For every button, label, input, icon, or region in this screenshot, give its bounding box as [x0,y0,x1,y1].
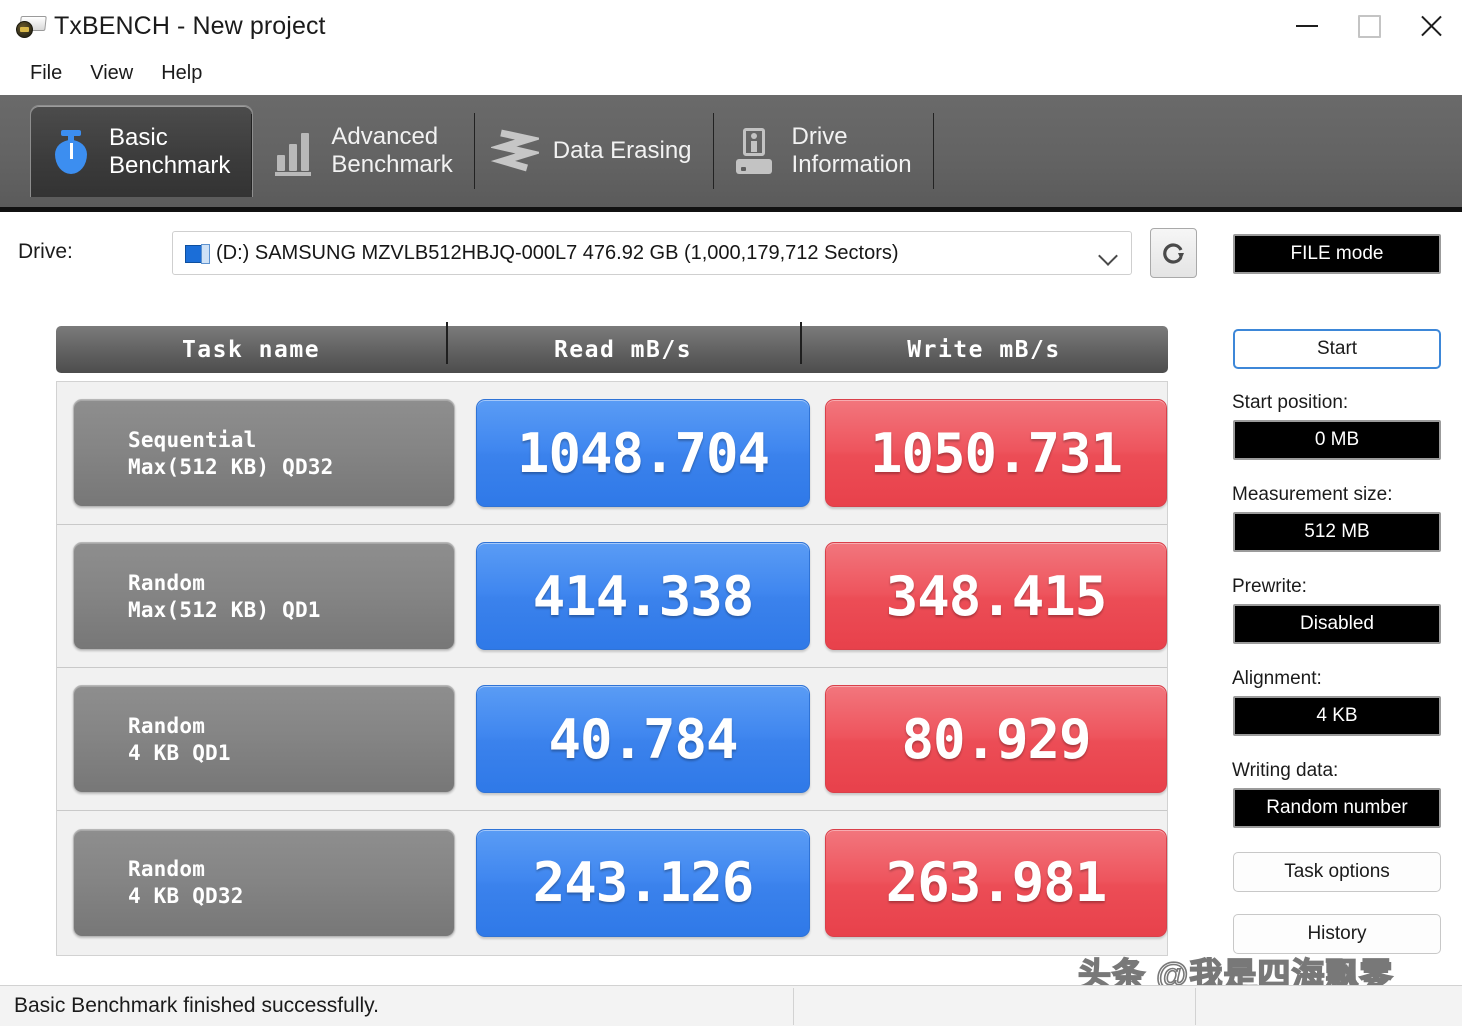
write-value: 1050.731 [825,399,1167,507]
menu-item-view[interactable]: View [76,60,147,87]
status-divider [1195,988,1196,1025]
stopwatch-icon [47,124,95,180]
task-title: Random [128,713,206,738]
shredder-icon [490,123,539,179]
chevron-down-icon [1098,246,1118,266]
task-detail: 4 KB QD1 [128,740,231,765]
writing-data-group: Writing data: Random number [1212,760,1462,828]
read-value: 40.784 [476,685,811,793]
task-options-group: Task options [1212,852,1462,892]
start-position-value[interactable]: 0 MB [1233,420,1441,460]
column-header-task-name: Task name [181,336,321,363]
table-row: Random Max(512 KB) QD1 414.338 348.415 [57,525,1167,668]
column-header-write: Write mB/s [800,321,1168,364]
start-position-group: Start position: 0 MB [1212,392,1462,460]
task-title: Random [128,570,206,595]
measurement-size-value[interactable]: 512 MB [1233,512,1441,552]
file-mode-indicator[interactable]: FILE mode [1233,234,1441,274]
results-table-body: Sequential Max(512 KB) QD32 1048.704 105… [56,381,1168,956]
start-group: Start [1212,329,1462,369]
maximize-icon [1357,14,1381,38]
maximize-button[interactable] [1338,0,1400,52]
minimize-icon [1296,25,1318,27]
title-bar: TxBENCH - New project [0,0,1462,52]
drive-selected-value: (D:) SAMSUNG MZVLB512HBJQ-000L7 476.92 G… [216,241,899,264]
start-button[interactable]: Start [1233,329,1441,369]
window-controls [1276,0,1462,52]
task-options-button[interactable]: Task options [1233,852,1441,892]
tab-data-erasing[interactable]: Data Erasing [475,105,714,197]
app-drive-icon [16,13,47,39]
write-value: 263.981 [825,828,1167,937]
status-message: Basic Benchmark finished successfully. [14,994,379,1017]
tab-label-basic-benchmark: Basic Benchmark [109,123,231,179]
read-value: 414.338 [476,542,811,650]
measurement-size-label: Measurement size: [1232,484,1393,505]
alignment-value[interactable]: 4 KB [1233,696,1441,736]
tab-basic-benchmark[interactable]: Basic Benchmark [30,105,254,197]
writing-data-value[interactable]: Random number [1233,788,1441,828]
write-value: 80.929 [825,685,1167,793]
refresh-icon [1162,243,1184,264]
tab-label-drive-information: Drive Information [791,123,912,178]
settings-sidebar: FILE mode Start Start position: 0 MB Mea… [1212,212,1462,972]
status-bar: Basic Benchmark finished successfully. [0,985,1462,1026]
task-detail: Max(512 KB) QD1 [128,597,321,622]
table-row: Sequential Max(512 KB) QD32 1048.704 105… [57,382,1167,525]
close-icon [1418,13,1444,39]
alignment-label: Alignment: [1232,668,1322,689]
column-header-read: Read mB/s [446,321,800,364]
drive-info-icon [730,123,778,179]
mode-indicator-group: FILE mode [1212,234,1462,274]
read-value: 243.126 [476,828,811,937]
tab-drive-information[interactable]: Drive Information [714,105,934,197]
task-button[interactable]: Random 4 KB QD32 [73,828,456,937]
tab-strip: Basic Benchmark Advanced Benchmark Data … [0,95,1462,212]
task-title: Sequential [128,427,257,452]
prewrite-label: Prewrite: [1232,576,1307,597]
menu-item-help[interactable]: Help [147,60,216,87]
task-button[interactable]: Sequential Max(512 KB) QD32 [73,399,456,507]
refresh-button[interactable] [1150,228,1197,278]
status-divider [793,988,794,1025]
table-row: Random 4 KB QD32 243.126 263.981 [57,811,1167,954]
tab-label-advanced-benchmark: Advanced Benchmark [331,123,453,178]
minimize-button[interactable] [1276,0,1338,52]
alignment-group: Alignment: 4 KB [1212,668,1462,736]
task-title: Random [128,857,206,881]
prewrite-value[interactable]: Disabled [1233,604,1441,644]
close-button[interactable] [1400,0,1462,52]
measurement-size-group: Measurement size: 512 MB [1212,484,1462,552]
task-detail: Max(512 KB) QD32 [128,454,334,479]
txbench-window: TxBENCH - New project File View Help Bas… [0,0,1462,1026]
results-table-header: Task name Read mB/s Write mB/s [56,321,1168,373]
bar-chart-icon [269,123,317,179]
read-value: 1048.704 [476,399,811,507]
menu-bar: File View Help [0,52,1462,95]
start-position-label: Start position: [1232,392,1349,413]
task-button[interactable]: Random Max(512 KB) QD1 [73,542,456,650]
menu-item-file[interactable]: File [16,60,76,87]
drive-select[interactable]: (D:) SAMSUNG MZVLB512HBJQ-000L7 476.92 G… [172,231,1132,275]
drive-label: Drive: [18,240,73,263]
table-row: Random 4 KB QD1 40.784 80.929 [57,668,1167,811]
tab-advanced-benchmark[interactable]: Advanced Benchmark [253,105,475,197]
disk-icon [185,242,210,264]
task-button[interactable]: Random 4 KB QD1 [73,685,456,793]
writing-data-label: Writing data: [1232,760,1339,781]
tab-label-data-erasing: Data Erasing [552,137,692,164]
write-value: 348.415 [825,542,1167,650]
task-detail: 4 KB QD32 [128,884,244,908]
prewrite-group: Prewrite: Disabled [1212,576,1462,644]
window-title: TxBENCH - New project [54,11,326,40]
